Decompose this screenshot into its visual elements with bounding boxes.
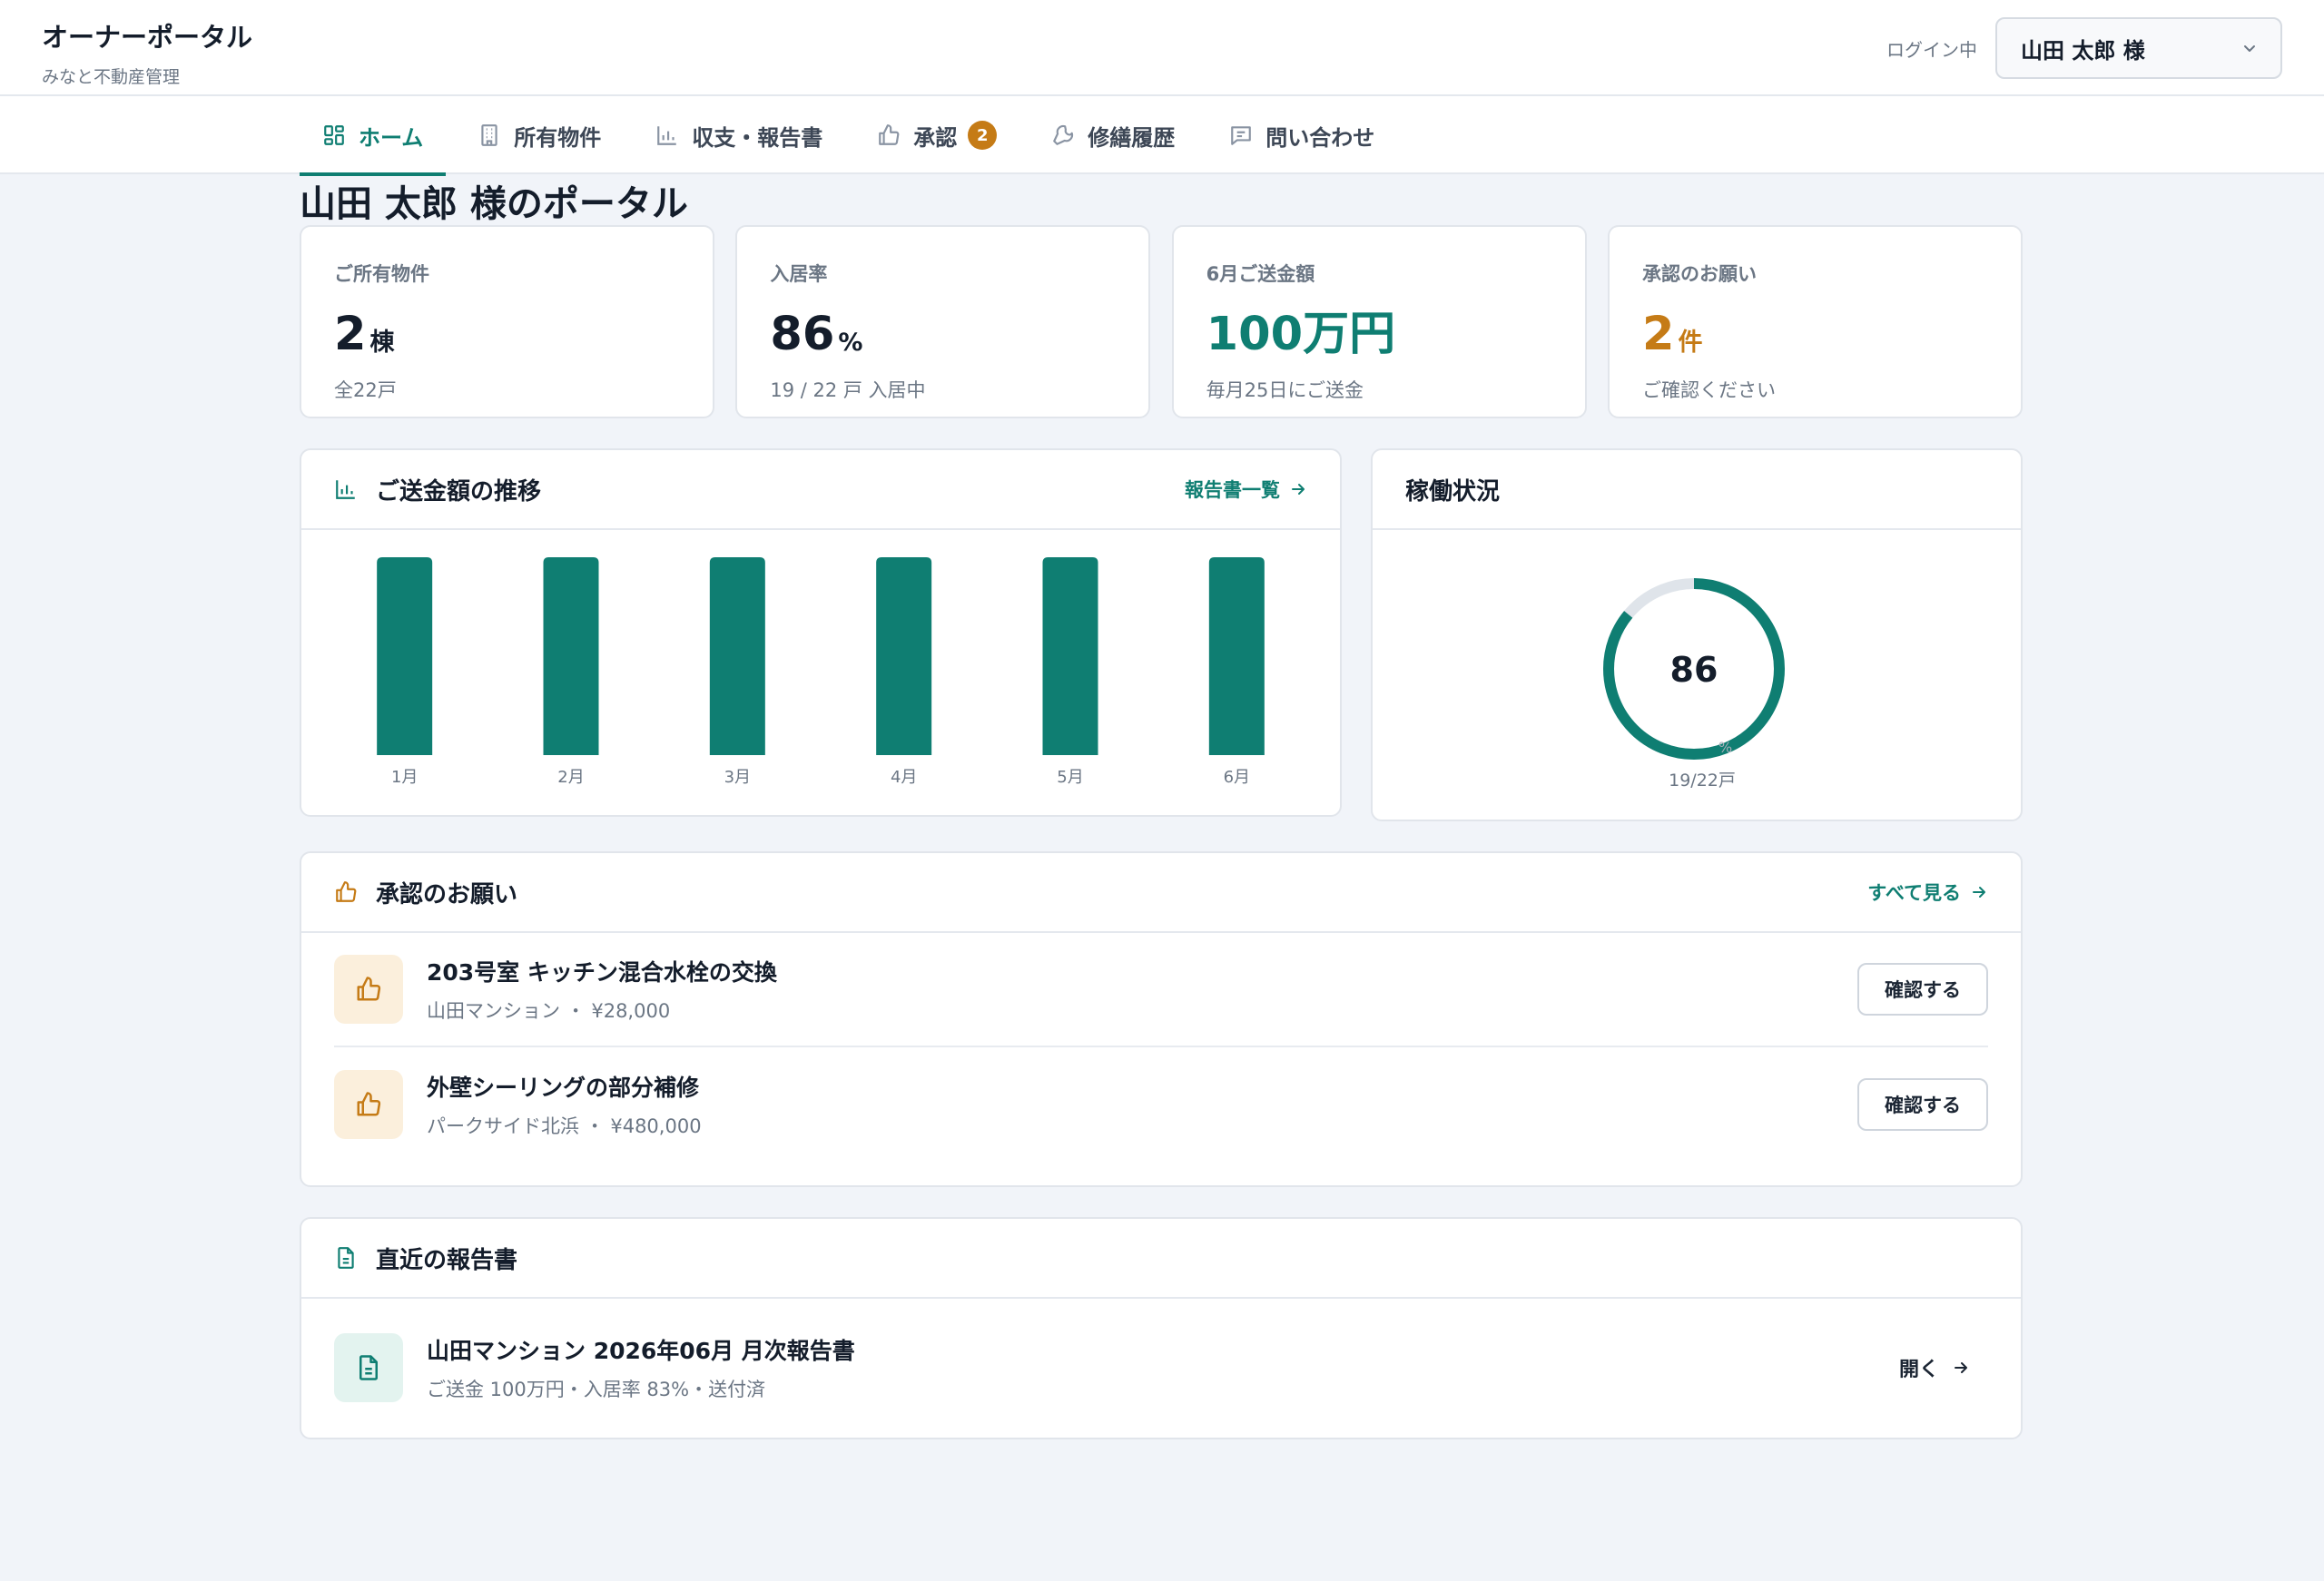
approvals-card: 承認のお願い すべて見る 203号室 キッチン混合水栓の交換 山田マンション ・…: [300, 851, 2023, 1187]
report-item[interactable]: 山田マンション 2026年06月 月次報告書 ご送金 100万円・入居率 83%…: [334, 1299, 1988, 1437]
reports-list-link[interactable]: 報告書一覧: [1185, 476, 1307, 503]
stat-unit: 件: [1678, 328, 1703, 357]
report-item-title: 山田マンション 2026年06月 月次報告書: [427, 1338, 855, 1364]
card-title: 承認のお願い: [376, 880, 518, 908]
main-content: 山田 太郎 様のポータル ご所有物件 2棟 全22戸 入居率 86% 19 / …: [300, 174, 2023, 1439]
chart-tick-label: 1月: [391, 768, 418, 787]
login-label: ログイン中: [1886, 38, 1977, 61]
app-header: オーナーポータル みなと不動産管理 ログイン中 山田 太郎 様: [0, 0, 2324, 96]
chart-bar: [377, 557, 433, 755]
arrow-right-icon: [1292, 484, 1305, 495]
donut-value: 86: [1670, 650, 1718, 690]
donut-caption: 19/22戸: [1669, 771, 1736, 790]
brand-title: オーナーポータル: [42, 22, 253, 53]
card-title: ご送金額の推移: [376, 477, 542, 506]
stat-unit: 棟: [369, 328, 395, 357]
stat-sub: ご確認ください: [1641, 379, 1776, 401]
stat-unit: %: [838, 328, 863, 357]
stat-value: 2: [334, 308, 367, 361]
stat-label: 入居率: [770, 263, 828, 285]
chart-tick-label: 5月: [1057, 768, 1083, 787]
open-report-label: 開く: [1898, 1359, 1939, 1381]
see-all-link-label: すべて見る: [1867, 882, 1961, 904]
card-title: 稼働状況: [1405, 477, 1501, 506]
chart-bar: [1208, 557, 1265, 755]
approval-item-icon: [334, 955, 403, 1024]
chevron-down-icon: [2244, 45, 2255, 52]
approval-item: 203号室 キッチン混合水栓の交換 山田マンション ・ ¥28,000 確認する: [334, 933, 1988, 1047]
arrow-right-icon: [1973, 887, 1985, 898]
occupancy-donut: 86 % 19/22戸: [1603, 578, 1785, 790]
approval-item-meta: パークサイド北浜 ・ ¥480,000: [427, 1115, 702, 1137]
approval-item-meta: 山田マンション ・ ¥28,000: [427, 1000, 671, 1022]
confirm-button[interactable]: 確認する: [1857, 1078, 1988, 1131]
stats-row: ご所有物件 2棟 全22戸 入居率 86% 19 / 22 戸 入居中 6月ご送…: [300, 225, 2023, 418]
stat-sub: 19 / 22 戸 入居中: [770, 379, 926, 401]
page-title: 山田 太郎 様のポータル: [300, 183, 688, 225]
chart-bar: [543, 557, 599, 755]
thumbs-up-icon: [357, 977, 381, 1001]
stat-sub: 全22戸: [334, 379, 397, 401]
brand: オーナーポータル みなと不動産管理: [42, 16, 252, 88]
chart-bar: [876, 557, 932, 755]
approval-item: 外壁シーリングの部分補修 パークサイド北浜 ・ ¥480,000 確認する: [334, 1047, 1988, 1162]
card-title: 直近の報告書: [376, 1246, 518, 1274]
user-select[interactable]: 山田 太郎 様: [1995, 17, 2282, 79]
stat-approvals: 承認のお願い 2件 ご確認ください: [1607, 225, 2023, 418]
see-all-link[interactable]: すべて見る: [1867, 879, 1988, 906]
chart-tick-label: 2月: [557, 768, 584, 787]
thumbs-up-icon: [336, 881, 357, 902]
report-item-icon: [334, 1333, 403, 1402]
report-item-meta: ご送金 100万円・入居率 83%・送付済: [427, 1379, 766, 1400]
remittance-bar-chart: 1月 2月 3月 4月 5月 6月: [377, 557, 1265, 787]
document-icon: [338, 1247, 354, 1269]
bar-chart-icon: [336, 480, 355, 499]
stat-occupancy: 入居率 86% 19 / 22 戸 入居中: [735, 225, 1151, 418]
thumbs-up-icon: [357, 1092, 381, 1116]
reports-list-link-label: 報告書一覧: [1185, 479, 1280, 501]
document-icon: [359, 1355, 378, 1380]
arrow-right-icon: [1955, 1362, 1967, 1373]
recent-reports-card: 直近の報告書 山田マンション 2026年06月 月次報告書 ご送金 100万円・…: [300, 1217, 2023, 1439]
chart-bar: [709, 557, 765, 755]
approval-item-title: 外壁シーリングの部分補修: [427, 1075, 700, 1101]
stat-value: 86: [770, 308, 835, 361]
brand-subtitle: みなと不動産管理: [42, 67, 181, 87]
donut-unit: %: [1718, 739, 1732, 756]
approval-item-icon: [334, 1070, 403, 1139]
chart-tick-label: 6月: [1224, 768, 1250, 787]
chart-bar: [1042, 557, 1098, 755]
open-report-link[interactable]: 開く: [1899, 1353, 1970, 1382]
stat-remittance: 6月ご送金額 100万円 毎月25日にご送金: [1171, 225, 1587, 418]
stat-value: 100万円: [1206, 308, 1396, 361]
stat-label: 6月ご送金額: [1206, 263, 1315, 285]
occupancy-card: 稼働状況 86 % 19/22戸: [1371, 448, 2023, 821]
stat-value: 2: [1641, 308, 1675, 361]
stat-label: ご所有物件: [334, 263, 429, 285]
chart-tick-label: 4月: [891, 768, 917, 787]
stat-properties: ご所有物件 2棟 全22戸: [300, 225, 714, 418]
login-area: ログイン中 山田 太郎 様: [1886, 17, 2282, 79]
remittance-chart-card: ご送金額の推移 報告書一覧 1月 2月 3月 4月 5月 6月: [300, 448, 1342, 817]
chart-tick-label: 3月: [724, 768, 751, 787]
stat-sub: 毎月25日にご送金: [1206, 379, 1364, 401]
stat-label: 承認のお願い: [1641, 263, 1757, 285]
approval-item-title: 203号室 キッチン混合水栓の交換: [427, 959, 777, 986]
confirm-button[interactable]: 確認する: [1857, 963, 1988, 1016]
user-name: 山田 太郎 様: [2021, 37, 2145, 64]
